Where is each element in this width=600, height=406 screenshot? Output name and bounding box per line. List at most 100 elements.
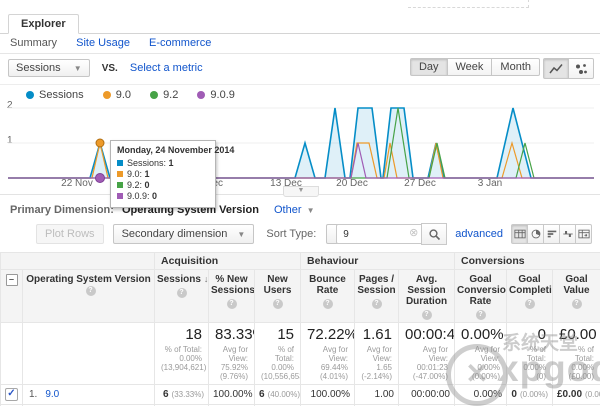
- column-header-bounce-rate[interactable]: Bounce Rate?: [301, 270, 355, 323]
- metric-cell: 0.00%: [455, 385, 507, 405]
- tooltip-row-9-0: 9.0: 1: [117, 169, 209, 180]
- metric-cell: 6(33.33%): [155, 385, 209, 405]
- secondary-dimension-button[interactable]: Secondary dimension▼: [113, 224, 255, 244]
- help-icon[interactable]: ?: [476, 310, 486, 320]
- help-icon[interactable]: ?: [273, 299, 283, 309]
- primary-dimension-label: Primary Dimension:: [10, 204, 114, 216]
- line-chart-icon: [549, 63, 563, 75]
- advanced-search-link[interactable]: advanced: [455, 228, 503, 240]
- top-strip: [0, 0, 600, 12]
- collapse-icon[interactable]: –: [6, 274, 18, 286]
- totals-blank: [1, 323, 23, 385]
- subtab-site-usage[interactable]: Site Usage: [76, 37, 130, 49]
- help-icon[interactable]: ?: [572, 299, 582, 309]
- granularity-week-button[interactable]: Week: [448, 58, 493, 76]
- totals-new-users: 15% of Total: 0.00% (10,556,653): [255, 323, 301, 385]
- os-version-link[interactable]: 9.0: [45, 389, 59, 400]
- chart-tooltip: Monday, 24 November 2014 Sessions: 1 9.0…: [110, 140, 216, 208]
- column-header-new-users[interactable]: New Users?: [255, 270, 301, 323]
- performance-view-icon: [546, 228, 558, 240]
- metric-cell: 100.00%: [209, 385, 255, 405]
- legend-item-9-0[interactable]: 9.0: [103, 89, 131, 101]
- help-icon[interactable]: ?: [86, 286, 96, 296]
- search-button[interactable]: [421, 223, 447, 245]
- granularity-day-button[interactable]: Day: [410, 58, 448, 76]
- motion-chart-button[interactable]: [569, 58, 594, 79]
- chart-legend: Sessions 9.0 9.2 9.0.9: [0, 85, 600, 102]
- column-header-sessions[interactable]: Sessions↓?: [155, 270, 209, 323]
- help-icon[interactable]: ?: [372, 299, 382, 309]
- legend-dot-9-2: [150, 91, 158, 99]
- comparison-view-button[interactable]: [560, 224, 576, 244]
- x-axis-label: 22 Nov: [61, 178, 93, 189]
- sort-type-label: Sort Type:: [266, 228, 316, 240]
- column-header-goal-completions[interactable]: Goal Completions?: [507, 270, 553, 323]
- tab-row: Explorer: [0, 12, 600, 34]
- legend-dot-sessions: [26, 91, 34, 99]
- granularity-month-button[interactable]: Month: [492, 58, 540, 76]
- subtab-ecommerce[interactable]: E-commerce: [149, 37, 211, 49]
- row-checkbox[interactable]: ✓: [5, 388, 18, 401]
- metric-select-dropdown[interactable]: Sessions ▼: [8, 59, 90, 77]
- tab-explorer[interactable]: Explorer: [8, 14, 79, 34]
- pivot-view-icon: [578, 228, 590, 240]
- legend-label: 9.0: [116, 89, 131, 101]
- legend-dot-9-0: [103, 91, 111, 99]
- totals-avg-session-duration: 00:00:44Avg for View: 00:01:23 (-47.00%): [399, 323, 455, 385]
- row-index: 1.: [29, 389, 37, 400]
- column-header-goal-value[interactable]: Goal Value?: [553, 270, 600, 323]
- tooltip-row-9-0-9: 9.0.9: 0: [117, 191, 209, 202]
- help-icon[interactable]: ?: [177, 288, 187, 298]
- timeseries-chart[interactable]: 2 1 22 Nov 6 Dec 13 Dec 20 Dec 27 Dec 3 …: [0, 102, 600, 198]
- chart-plot-area: [0, 104, 600, 184]
- clear-search-icon[interactable]: ⊗: [409, 226, 418, 239]
- pivot-view-button[interactable]: [576, 224, 592, 244]
- help-icon[interactable]: ?: [227, 299, 237, 309]
- legend-item-sessions[interactable]: Sessions: [26, 89, 84, 101]
- table-toolbar: Plot Rows Secondary dimension▼ Sort Type…: [0, 220, 600, 250]
- help-icon[interactable]: ?: [422, 310, 432, 320]
- column-header-goal-conversion-rate[interactable]: Goal Conversion Rate?: [455, 270, 507, 323]
- sessions-swatch: [117, 160, 123, 166]
- column-header-new-sessions[interactable]: % New Sessions?: [209, 270, 255, 323]
- granularity-button-group: Day Week Month: [410, 58, 540, 76]
- chart-collapse-handle[interactable]: ▼: [283, 186, 319, 197]
- column-header-dimension[interactable]: Operating System Version?: [23, 270, 155, 323]
- metric-group-header-row: Acquisition Behaviour Conversions: [1, 253, 600, 270]
- table-row[interactable]: ✓ 1.9.0 6(33.33%) 100.00% 6(40.00%) 100.…: [1, 385, 600, 405]
- totals-goal-conversion-rate: 0.00%Avg for View: 0.00% (0.00%): [455, 323, 507, 385]
- line-chart-button[interactable]: [543, 58, 569, 79]
- select-a-metric-link[interactable]: Select a metric: [130, 62, 203, 74]
- plot-rows-button[interactable]: Plot Rows: [36, 224, 104, 244]
- percentage-view-button[interactable]: [528, 224, 544, 244]
- sort-descending-icon: ↓: [204, 274, 209, 284]
- x-axis-label: 20 Dec: [336, 178, 368, 189]
- table-view-button[interactable]: [511, 224, 528, 244]
- subtab-row: Summary Site Usage E-commerce: [0, 34, 600, 54]
- totals-bounce-rate: 72.22%Avg for View: 69.44% (4.01%): [301, 323, 355, 385]
- subtab-summary[interactable]: Summary: [10, 37, 57, 49]
- primary-dimension-other-link[interactable]: Other: [274, 204, 302, 216]
- performance-view-button[interactable]: [544, 224, 560, 244]
- help-icon[interactable]: ?: [323, 299, 333, 309]
- totals-row: 18% of Total: 0.00% (13,904,621) 83.33%A…: [1, 323, 600, 385]
- legend-dot-9-0-9: [197, 91, 205, 99]
- totals-blank: [23, 323, 155, 385]
- group-header-acquisition: Acquisition: [155, 253, 301, 270]
- legend-item-9-2[interactable]: 9.2: [150, 89, 178, 101]
- table-view-icon: [514, 228, 526, 240]
- tooltip-row-sessions: Sessions: 1: [117, 158, 209, 169]
- legend-item-9-0-9[interactable]: 9.0.9: [197, 89, 234, 101]
- data-table: Acquisition Behaviour Conversions – Oper…: [0, 252, 600, 406]
- metric-cell: 1.00: [355, 385, 399, 405]
- help-icon[interactable]: ?: [525, 299, 535, 309]
- column-header-row: – Operating System Version? Sessions↓? %…: [1, 270, 600, 323]
- legend-label: Sessions: [39, 89, 84, 101]
- analytics-explorer-page: Explorer Summary Site Usage E-commerce S…: [0, 0, 600, 406]
- metric-cell: 0(0.00%): [507, 385, 553, 405]
- hover-marker-9-0-9: [96, 174, 105, 183]
- column-header-avg-session-duration[interactable]: Avg. Session Duration?: [399, 270, 455, 323]
- metric-select-value: Sessions: [16, 62, 61, 74]
- search-cluster: ⊗ advanced: [336, 223, 592, 245]
- column-header-pages-session[interactable]: Pages / Session?: [355, 270, 399, 323]
